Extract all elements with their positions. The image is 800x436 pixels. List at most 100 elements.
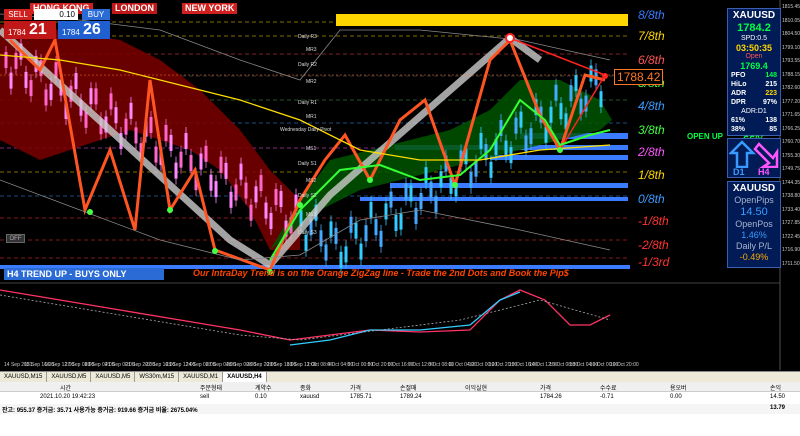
off-button[interactable]: OFF xyxy=(6,234,25,243)
terminal-panel: 시간 주문형태 계약수 종화 가격 손절매 이익실현 가격 수수료 용오버 손익 2021.10.2… xyxy=(0,382,800,436)
chart-canvas xyxy=(0,0,781,370)
price-axis-label: 1782.60 xyxy=(782,85,800,91)
session-london: LONDON xyxy=(112,3,157,14)
column-header[interactable]: 이익실현 xyxy=(465,383,487,392)
daily-pl-label: Daily P/L xyxy=(735,241,772,251)
candle-body xyxy=(229,191,233,208)
candle-body xyxy=(184,133,188,150)
bid-price-box[interactable]: 1784 21 xyxy=(4,21,56,39)
table-cell: 0.10 xyxy=(255,394,267,400)
info-stat-key: HiLo xyxy=(731,81,747,88)
info-open-label: Open xyxy=(745,53,763,60)
candle-body xyxy=(319,230,323,247)
column-header[interactable]: 손익 xyxy=(770,383,781,392)
chart-tab[interactable]: XAUUSD,M5 xyxy=(47,372,92,382)
chart-tab[interactable]: WS30m,M15 xyxy=(135,372,180,382)
murrey-band xyxy=(360,197,628,201)
info-fib-pct: 38% xyxy=(731,126,746,133)
lot-size-input[interactable]: 0.10 xyxy=(34,9,78,20)
table-cell: 1784.26 xyxy=(540,394,562,400)
terminal-header: 시간 주문형태 계약수 종화 가격 손절매 이익실현 가격 수수료 용오버 손익 xyxy=(0,382,800,392)
candle-body xyxy=(259,175,263,192)
candle-body xyxy=(249,204,253,221)
up-arrow-icon xyxy=(729,140,757,168)
terminal-footer: 잔고: 955.37 증거금: 35.71 사용가능 증거금: 919.66 증… xyxy=(0,404,800,414)
candle-body xyxy=(274,188,278,205)
info2-title: XAUUSD xyxy=(732,183,776,194)
column-header[interactable]: 시간 xyxy=(60,383,71,392)
chart-tab[interactable]: XAUUSD,H4 xyxy=(223,372,267,382)
price-axis-label: 1771.65 xyxy=(782,112,800,118)
candle-body xyxy=(554,84,558,101)
column-header[interactable]: 용오버 xyxy=(670,383,687,392)
column-header[interactable]: 손절매 xyxy=(400,383,417,392)
info-stat-key: DPR xyxy=(731,99,746,106)
candle-body xyxy=(189,154,193,171)
murrey-level-label: 0/8th xyxy=(638,192,665,206)
info-price: 1784.2 xyxy=(737,22,771,34)
one-click-trading-panel: SELL 0.10 BUY 1784 21 1784 26 xyxy=(4,9,110,39)
candle-body xyxy=(169,134,173,151)
buy-button[interactable]: BUY xyxy=(82,9,110,20)
column-header[interactable]: 계약수 xyxy=(255,383,272,392)
chart-tab[interactable]: XAUUSD,M1 xyxy=(179,372,224,382)
candle-body xyxy=(49,83,53,100)
price-axis-label: 1799.10 xyxy=(782,44,800,51)
candle-body xyxy=(364,225,368,242)
candle-body xyxy=(264,202,268,219)
price-axis-label: 1755.30 xyxy=(782,152,800,159)
candle-body xyxy=(124,118,128,135)
signal-dot-red xyxy=(602,73,608,79)
chart-tab[interactable]: XAUUSD,M5 xyxy=(91,372,136,382)
total-profit: 13.79 xyxy=(770,405,786,411)
info-stat-key: PFO xyxy=(731,72,746,79)
info-stat-value: 215 xyxy=(765,81,777,88)
candle-body xyxy=(399,213,403,230)
candle-body xyxy=(24,71,28,88)
pivot-label: MR1 xyxy=(306,114,317,120)
column-header[interactable]: 가격 xyxy=(350,383,361,392)
price-chart[interactable]: HONG KONG LONDON NEW YORK SELL 0.10 BUY … xyxy=(0,0,800,370)
price-axis-label: 1804.50 xyxy=(782,31,800,37)
candle-body xyxy=(439,171,443,188)
candle-body xyxy=(199,153,203,170)
candle-body xyxy=(479,132,483,149)
timeframe-arrows: D1 H4 xyxy=(727,138,781,178)
pivot-label: Daily S1 xyxy=(298,161,317,167)
info-fib-value: 85 xyxy=(769,126,777,133)
pivot-label: Daily R1 xyxy=(298,100,317,106)
murrey-level-label: 4/8th xyxy=(638,99,665,113)
candle-body xyxy=(379,230,383,247)
price-axis-label: 1793.55 xyxy=(782,58,800,64)
candle-body xyxy=(269,212,273,229)
candle-body xyxy=(239,163,243,180)
ask-big: 26 xyxy=(83,21,101,38)
murrey-band-top xyxy=(336,14,628,26)
murrey-level-label: -2/8th xyxy=(638,238,669,252)
pivot-label: Daily S3 xyxy=(298,230,317,236)
candle-body xyxy=(209,174,213,191)
open-pips-label: OpenPips xyxy=(734,195,774,205)
down-right-arrow-icon xyxy=(753,142,779,168)
tf-h4-label: H4 xyxy=(758,167,770,177)
candle-body xyxy=(404,183,408,200)
table-row[interactable]: 2021.10.20 19:42:23 sell 0.10 xauusd 1785.71… xyxy=(0,393,800,403)
column-header[interactable]: 가격 xyxy=(540,383,551,392)
signal-dot-top xyxy=(505,33,515,43)
candle-body xyxy=(589,65,593,82)
table-cell: 1789.24 xyxy=(400,394,422,400)
info-fib-row: 38% 85 xyxy=(728,125,780,134)
signal-dot xyxy=(367,177,373,183)
candle-body xyxy=(214,181,218,198)
current-price-tag: 1788.42 xyxy=(614,69,664,85)
column-header[interactable]: 주문형태 xyxy=(200,383,222,392)
column-header[interactable]: 수수료 xyxy=(600,383,617,392)
column-header[interactable]: 종화 xyxy=(300,383,311,392)
info-adr-d1: ADR:D1 xyxy=(741,108,767,115)
price-axis-label: 1738.80 xyxy=(782,193,800,199)
chart-tab[interactable]: XAUUSD,M15 xyxy=(0,372,48,382)
ask-price-box[interactable]: 1784 26 xyxy=(58,21,110,39)
bid-prefix: 1784 xyxy=(8,28,26,37)
candle-body xyxy=(29,80,33,97)
sell-button[interactable]: SELL xyxy=(4,9,32,20)
